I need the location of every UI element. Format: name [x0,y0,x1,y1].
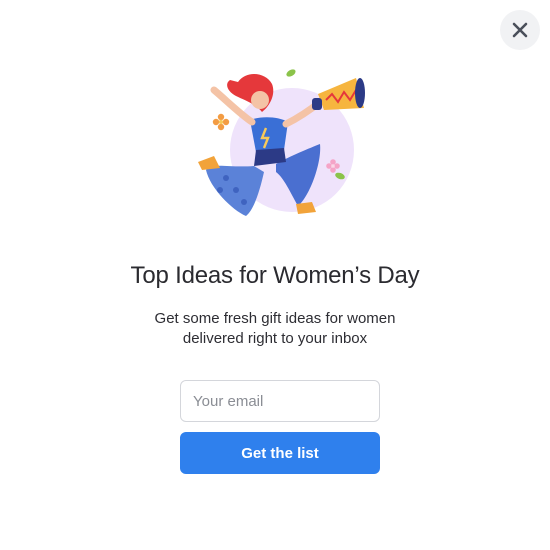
leaf-icon [286,69,296,77]
get-the-list-button[interactable]: Get the list [180,432,380,474]
megaphone-icon [312,78,365,110]
close-button[interactable] [500,10,540,50]
newsletter-modal: Top Ideas for Women’s Day Get some fresh… [0,0,550,550]
woman-torso [250,117,288,152]
modal-title: Top Ideas for Women’s Day [130,262,420,289]
close-icon [512,22,528,38]
flower-icon [212,113,230,131]
email-input[interactable] [180,380,380,422]
woman-with-megaphone-illustration [198,69,365,216]
modal-subtitle: Get some fresh gift ideas for women deli… [125,309,425,349]
subtitle-line: Get some fresh gift ideas for women [154,310,396,327]
woman-shoe-left [198,156,220,170]
subtitle-line: delivered right to your inbox [182,330,368,347]
woman-head [251,91,269,109]
